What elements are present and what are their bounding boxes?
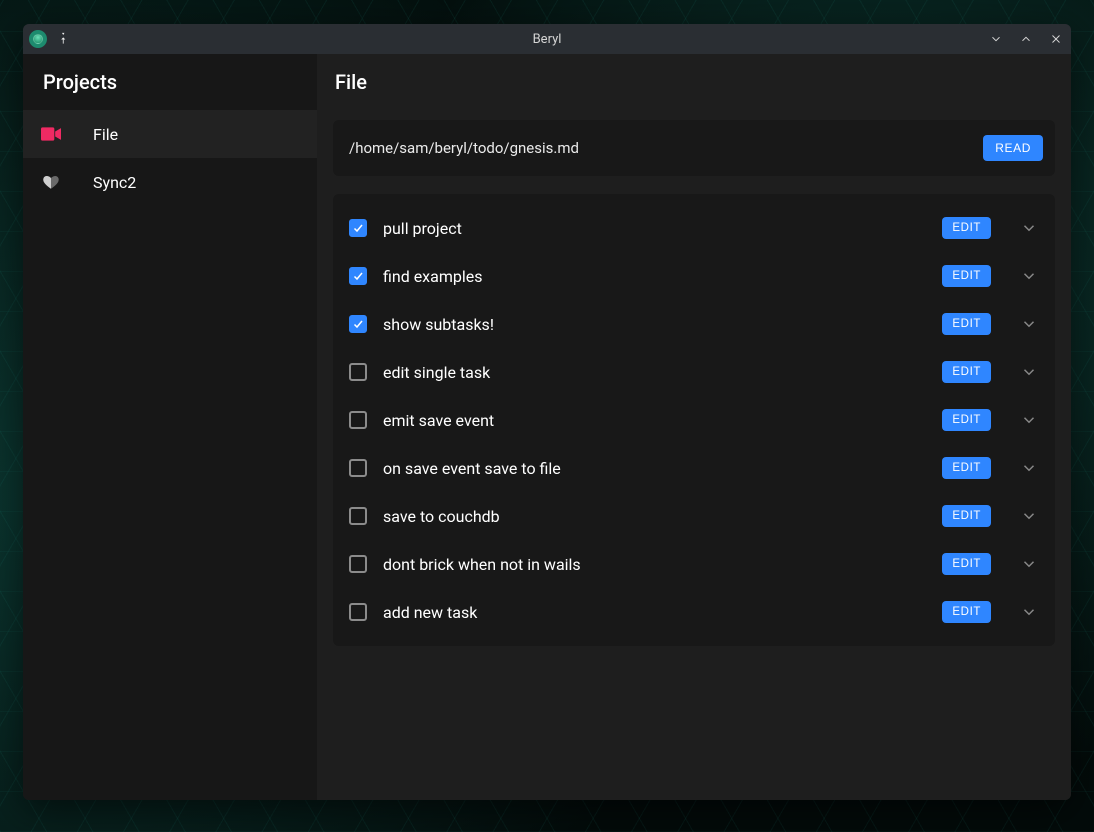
task-row: dont brick when not in wails EDIT	[333, 540, 1055, 588]
task-label: find examples	[383, 267, 926, 286]
task-label: edit single task	[383, 363, 926, 382]
task-checkbox[interactable]	[349, 555, 367, 573]
chevron-down-icon[interactable]	[1017, 312, 1041, 336]
chevron-down-icon[interactable]	[1017, 216, 1041, 240]
task-label: save to couchdb	[383, 507, 926, 526]
close-button[interactable]	[1047, 30, 1065, 48]
edit-button[interactable]: EDIT	[942, 313, 991, 335]
task-row: edit single task EDIT	[333, 348, 1055, 396]
sidebar-item-sync2[interactable]: Sync2	[23, 158, 317, 206]
heart-icon	[41, 173, 61, 191]
sidebar-item-label: Sync2	[93, 173, 136, 192]
task-checkbox[interactable]	[349, 411, 367, 429]
edit-button[interactable]: EDIT	[942, 217, 991, 239]
task-label: on save event save to file	[383, 459, 926, 478]
task-checkbox[interactable]	[349, 507, 367, 525]
chevron-down-icon[interactable]	[1017, 408, 1041, 432]
task-row: pull project EDIT	[333, 204, 1055, 252]
chevron-down-icon[interactable]	[1017, 456, 1041, 480]
read-button[interactable]: READ	[983, 135, 1043, 161]
task-label: add new task	[383, 603, 926, 622]
task-checkbox[interactable]	[349, 459, 367, 477]
task-checkbox[interactable]	[349, 315, 367, 333]
sidebar-item-label: File	[93, 125, 118, 144]
window-title: Beryl	[23, 32, 1071, 47]
titlebar[interactable]: Beryl	[23, 24, 1071, 54]
edit-button[interactable]: EDIT	[942, 409, 991, 431]
file-bar: /home/sam/beryl/todo/gnesis.md READ	[333, 120, 1055, 176]
task-row: find examples EDIT	[333, 252, 1055, 300]
main-header: File	[317, 54, 1071, 110]
sidebar-item-file[interactable]: File	[23, 110, 317, 158]
edit-button[interactable]: EDIT	[942, 601, 991, 623]
chevron-down-icon[interactable]	[1017, 504, 1041, 528]
task-checkbox[interactable]	[349, 267, 367, 285]
chevron-down-icon[interactable]	[1017, 360, 1041, 384]
maximize-button[interactable]	[1017, 30, 1035, 48]
app-icon	[29, 30, 47, 48]
edit-button[interactable]: EDIT	[942, 265, 991, 287]
minimize-button[interactable]	[987, 30, 1005, 48]
task-checkbox[interactable]	[349, 219, 367, 237]
app-window: Beryl Projects File Sync2 File /home/sam/…	[23, 24, 1071, 800]
chevron-down-icon[interactable]	[1017, 264, 1041, 288]
main-panel: File /home/sam/beryl/todo/gnesis.md READ…	[317, 54, 1071, 800]
task-row: on save event save to file EDIT	[333, 444, 1055, 492]
sidebar: Projects File Sync2	[23, 54, 317, 800]
project-list: File Sync2	[23, 110, 317, 206]
task-checkbox[interactable]	[349, 363, 367, 381]
task-label: dont brick when not in wails	[383, 555, 926, 574]
task-list: pull projectEDITfind examplesEDITshow su…	[333, 194, 1055, 646]
task-label: show subtasks!	[383, 315, 926, 334]
task-label: emit save event	[383, 411, 926, 430]
task-row: save to couchdb EDIT	[333, 492, 1055, 540]
edit-button[interactable]: EDIT	[942, 505, 991, 527]
task-row: show subtasks! EDIT	[333, 300, 1055, 348]
sidebar-header: Projects	[23, 54, 317, 110]
task-row: emit save event EDIT	[333, 396, 1055, 444]
edit-button[interactable]: EDIT	[942, 553, 991, 575]
task-checkbox[interactable]	[349, 603, 367, 621]
task-row: add new task EDIT	[333, 588, 1055, 636]
chevron-down-icon[interactable]	[1017, 552, 1041, 576]
video-icon	[41, 127, 61, 141]
chevron-down-icon[interactable]	[1017, 600, 1041, 624]
edit-button[interactable]: EDIT	[942, 457, 991, 479]
edit-button[interactable]: EDIT	[942, 361, 991, 383]
pin-icon[interactable]	[55, 30, 69, 48]
task-label: pull project	[383, 219, 926, 238]
file-path-input[interactable]: /home/sam/beryl/todo/gnesis.md	[349, 139, 971, 157]
